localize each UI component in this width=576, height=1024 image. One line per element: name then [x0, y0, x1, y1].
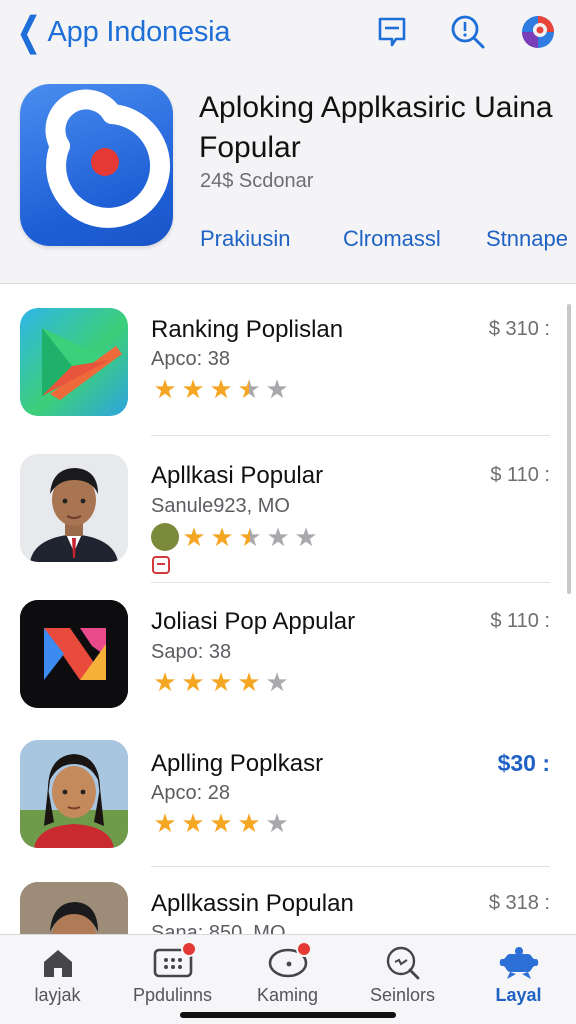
star-icon: ★: [209, 808, 233, 838]
price-button[interactable]: $ 110 :: [490, 464, 550, 487]
app-name: Apllkassin Populan: [151, 890, 354, 917]
app-meta: Sana: 850, MO: [151, 922, 286, 934]
boy2-portrait: [20, 882, 128, 934]
header-link-1[interactable]: Prakiusin: [200, 226, 290, 252]
chevron-left-icon: ❮: [16, 10, 42, 54]
navigation-bar: ❮ App Indonesia: [0, 0, 576, 66]
tab-label: Layal: [495, 985, 542, 1005]
tab-label: Kaming: [256, 985, 319, 1005]
back-label: App Indonesia: [47, 15, 231, 48]
girl-portrait: [20, 740, 128, 848]
header-link-3[interactable]: Stnnape: [486, 226, 568, 252]
tab-apps[interactable]: Ppdulinns: [115, 935, 230, 1024]
star-icon: ★: [209, 667, 233, 697]
chat-icon[interactable]: [372, 12, 412, 52]
profile-icon[interactable]: [518, 12, 558, 52]
star-icon: ★: [182, 522, 206, 552]
price-button[interactable]: $ 110 :: [490, 610, 550, 633]
app-name: Aplling Poplkasr: [151, 750, 324, 777]
star-icon: ★: [210, 522, 234, 552]
rating-stars: ★ ★ ★ ★ ★: [151, 809, 291, 837]
scrollbar[interactable]: [567, 304, 571, 594]
featured-app-header: Aploking Applkasiric Uaina Fopular 24$ S…: [0, 66, 576, 284]
tab-featured[interactable]: Layal: [461, 935, 576, 1024]
title-line-1: Aploking Applkasiric Uaina: [199, 91, 553, 124]
tab-label: layjak: [34, 985, 81, 1005]
featured-app-icon[interactable]: [20, 84, 173, 246]
star-icon: ★: [153, 808, 177, 838]
featured-app-subtitle: 24$ Scdonar: [200, 170, 314, 192]
app-list[interactable]: Ranking Poplislan Apco: 38 ★ ★ ★ ★ ★ $ 310 :…: [0, 286, 576, 934]
colorful-x-icon: [20, 600, 128, 708]
tab-label: Seinlors: [369, 985, 436, 1005]
boy-portrait: [20, 454, 128, 562]
star-icon: ★: [265, 667, 289, 697]
app-name: Apllkasi Popular: [151, 462, 324, 489]
price-button[interactable]: $30 :: [498, 750, 550, 777]
star-icon: ★: [181, 808, 205, 838]
home-icon: [35, 943, 81, 983]
app-meta: Sanule923, MO: [151, 495, 290, 517]
row-divider: [151, 866, 550, 867]
tab-bar: layjak Ppdulinns Kaming Seinlors Layal: [0, 934, 576, 1024]
list-item[interactable]: Aplling Poplkasr Apco: 28 ★ ★ ★ ★ ★ $30 :: [0, 724, 576, 870]
search-icon: [380, 943, 426, 983]
list-item[interactable]: Ranking Poplislan Apco: 38 ★ ★ ★ ★ ★ $ 310 :: [0, 286, 576, 432]
star-icon: ★: [153, 667, 177, 697]
header-links: Prakiusin Clromassl Stnnape: [200, 226, 576, 260]
star-icon: ★: [181, 667, 205, 697]
featured-app-title: Aploking Applkasiric Uaina Fopular: [199, 88, 576, 168]
star-icon: ★: [265, 808, 289, 838]
list-item[interactable]: Apllkassin Populan Sana: 850, MO $ 318 :: [0, 870, 576, 934]
notification-badge: [296, 941, 312, 957]
tab-games[interactable]: Kaming: [230, 935, 345, 1024]
star-icon: ★: [266, 522, 290, 552]
notification-badge: [181, 941, 197, 957]
app-meta: Apco: 28: [151, 782, 230, 804]
star-puzzle-icon: [496, 943, 542, 983]
home-indicator: [180, 1012, 396, 1018]
app-name: Joliasi Pop Appular: [151, 608, 356, 635]
title-line-2: Fopular: [199, 131, 301, 164]
star-icon: ★: [181, 374, 205, 404]
developer-avatar: [151, 523, 179, 551]
star-icon: ★: [265, 374, 289, 404]
star-icon: ★: [235, 376, 263, 402]
star-icon: ★: [237, 808, 261, 838]
star-icon: ★: [153, 374, 177, 404]
rating-stars: ★ ★ ★ ★ ★: [151, 668, 291, 696]
star-icon: ★: [294, 522, 318, 552]
list-item[interactable]: Apllkasi Popular Sanule923, MO ★ ★ ★ ★ ★ $ 1…: [0, 432, 576, 578]
search-icon[interactable]: [448, 12, 488, 52]
price-button[interactable]: $ 310 :: [489, 318, 550, 341]
app-meta: Apco: 38: [151, 348, 230, 370]
back-button[interactable]: ❮ App Indonesia: [12, 10, 230, 54]
app-meta: Sapo: 38: [151, 641, 232, 663]
price-button[interactable]: $ 318 :: [489, 892, 550, 915]
star-icon: ★: [236, 524, 264, 550]
tab-home[interactable]: layjak: [0, 935, 115, 1024]
rating-stars: ★ ★ ★ ★ ★: [180, 523, 320, 551]
play-arrow-icon: [20, 308, 128, 416]
star-icon: ★: [209, 374, 233, 404]
header-link-2[interactable]: Clromassl: [343, 226, 441, 252]
tab-label: Ppdulinns: [132, 985, 213, 1005]
tab-search[interactable]: Seinlors: [345, 935, 460, 1024]
rating-stars: ★ ★ ★ ★ ★: [151, 375, 291, 403]
ad-badge-icon: [152, 556, 170, 574]
app-name: Ranking Poplislan: [151, 316, 344, 343]
list-item[interactable]: Joliasi Pop Appular Sapo: 38 ★ ★ ★ ★ ★ $ 110…: [0, 578, 576, 724]
star-icon: ★: [237, 667, 261, 697]
